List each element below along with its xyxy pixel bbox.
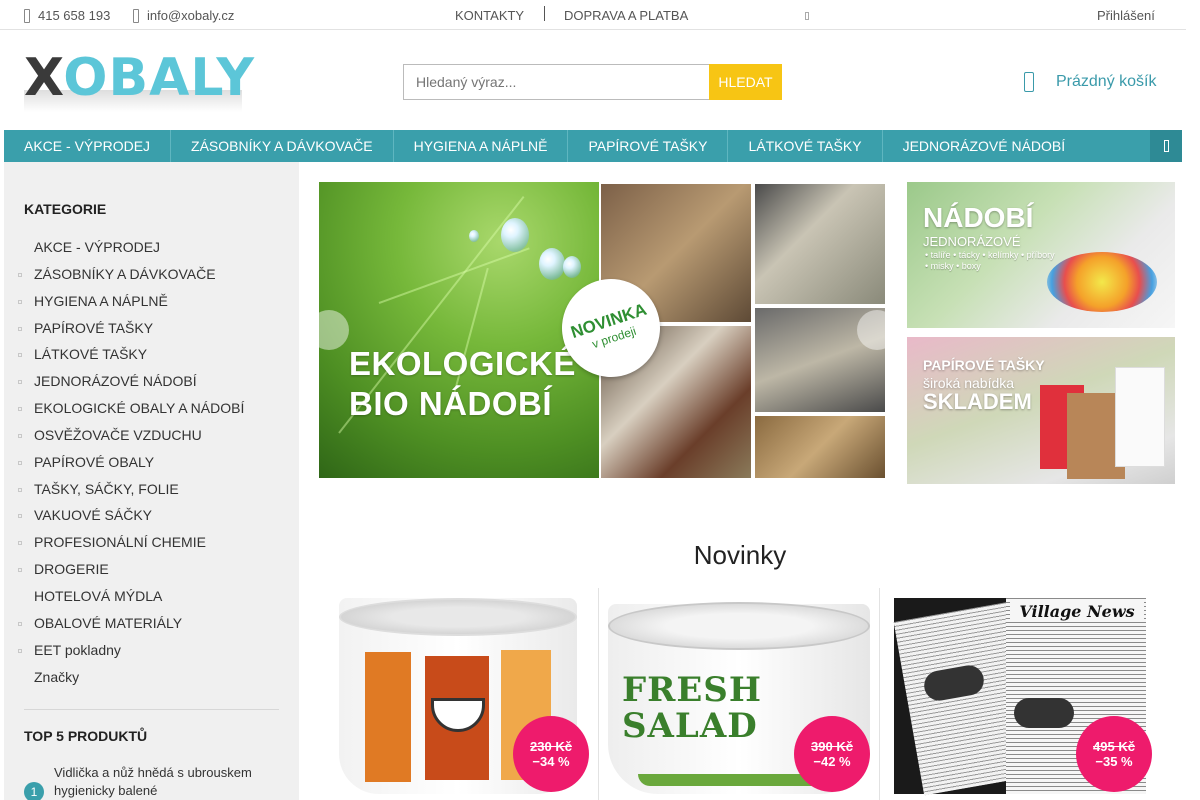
language-icon[interactable]	[805, 12, 809, 20]
main-nav: AKCE - VÝPRODEJ ZÁSOBNÍKY A DÁVKOVAČE HY…	[4, 130, 1182, 162]
main-banner[interactable]: EKOLOGICKÉ BIO NÁDOBÍ NOVINKA v prodeji	[319, 182, 885, 478]
sale-badge: 495 Kč −35 %	[1076, 716, 1152, 792]
search-input[interactable]	[403, 64, 709, 100]
bullet-icon	[18, 407, 22, 412]
category-item[interactable]: PAPÍROVÉ OBALY	[16, 451, 244, 478]
promo-subtitle: JEDNORÁZOVÉ	[923, 234, 1021, 249]
nav-item-zasobniky[interactable]: ZÁSOBNÍKY A DÁVKOVAČE	[171, 130, 394, 162]
link-kontakty[interactable]: KONTAKTY	[455, 8, 524, 23]
nav-item-hygiena[interactable]: HYGIENA A NÁPLNĚ	[394, 130, 569, 162]
novinky-title: Novinky	[693, 540, 787, 570]
bullet-icon	[18, 568, 22, 573]
category-item[interactable]: DROGERIE	[16, 558, 244, 585]
top-bar: 415 658 193 info@xobaly.cz KONTAKTY DOPR…	[0, 0, 1186, 30]
link-doprava[interactable]: DOPRAVA A PLATBA	[564, 8, 688, 23]
leaf-photo: EKOLOGICKÉ BIO NÁDOBÍ	[319, 182, 599, 478]
sidebar-divider	[24, 709, 279, 710]
cart-label: Prázdný košík	[1056, 73, 1157, 90]
categories-title: KATEGORIE	[24, 201, 107, 217]
nav-item-latkove-tasky[interactable]: LÁTKOVÉ TAŠKY	[728, 130, 883, 162]
category-item[interactable]: ZÁSOBNÍKY A DÁVKOVAČE	[16, 263, 244, 290]
top5-product-name: Vidlička a nůž hnědá s ubrouskem hygieni…	[54, 765, 252, 798]
search-button[interactable]: HLEDAT	[709, 64, 782, 100]
product-card[interactable]: 230 Kč −34 %	[319, 588, 599, 800]
bullet-icon	[18, 272, 22, 277]
cart-link[interactable]: Prázdný košík	[1024, 72, 1156, 92]
email-address: info@xobaly.cz	[147, 8, 235, 23]
category-item[interactable]: PROFESIONÁLNÍ CHEMIE	[16, 531, 244, 558]
promo-banner-tasky[interactable]: PAPÍROVÉ TAŠKY široká nabídka SKLADEM	[907, 337, 1175, 484]
category-item[interactable]: Značky	[16, 666, 244, 693]
nav-item-jednorazove-nadobi[interactable]: JEDNORÁZOVÉ NÁDOBÍ	[883, 130, 1086, 162]
email-icon	[133, 8, 139, 23]
bullet-icon	[18, 460, 22, 465]
bag-white	[1115, 367, 1165, 467]
bullet-icon	[18, 648, 22, 653]
bullet-icon	[18, 353, 22, 358]
rank-badge: 1	[24, 782, 44, 800]
login-link[interactable]: Přihlášení	[1097, 8, 1155, 23]
sale-badge: 230 Kč −34 %	[513, 716, 589, 792]
tableware-photo	[1047, 252, 1157, 312]
phone-number: 415 658 193	[38, 8, 111, 23]
product-print-text: Village News	[1010, 602, 1144, 621]
search-form: HLEDAT	[403, 64, 782, 100]
category-item[interactable]: HYGIENA A NÁPLNĚ	[16, 290, 244, 317]
cart-icon	[1024, 72, 1034, 92]
top5-title: TOP 5 PRODUKTŮ	[24, 728, 148, 744]
sale-badge: 390 Kč −42 %	[794, 716, 870, 792]
bullet-icon	[18, 326, 22, 331]
promo-details: • talíře • tácky • kelímky • příbory • m…	[925, 250, 1055, 271]
category-item[interactable]: TAŠKY, SÁČKY, FOLIE	[16, 478, 244, 505]
bullet-icon	[18, 621, 22, 626]
sidebar: KATEGORIE AKCE - VÝPRODEJ ZÁSOBNÍKY A DÁ…	[4, 162, 299, 800]
bullet-icon	[18, 541, 22, 546]
category-item[interactable]: PAPÍROVÉ TAŠKY	[16, 317, 244, 344]
nav-item-akce[interactable]: AKCE - VÝPRODEJ	[4, 130, 172, 162]
category-item[interactable]: VAKUOVÉ SÁČKY	[16, 504, 244, 531]
site-logo[interactable]: XOBALY	[24, 50, 254, 112]
bullet-icon	[18, 514, 22, 519]
bullet-icon	[18, 433, 22, 438]
category-item[interactable]: OSVĚŽOVAČE VZDUCHU	[16, 424, 244, 451]
category-item[interactable]: AKCE - VÝPRODEJ	[16, 236, 244, 263]
phone-contact[interactable]: 415 658 193	[24, 8, 110, 23]
page: 415 658 193 info@xobaly.cz KONTAKTY DOPR…	[0, 0, 1200, 800]
category-item[interactable]: EET pokladny	[16, 639, 244, 666]
bullet-icon	[18, 487, 22, 492]
product-card[interactable]: Village News 495 Kč −35 %	[880, 588, 1160, 800]
nav-item-papirove-tasky[interactable]: PAPÍROVÉ TAŠKY	[568, 130, 729, 162]
category-item[interactable]: OBALOVÉ MATERIÁLY	[16, 612, 244, 639]
banner-headline: EKOLOGICKÉ BIO NÁDOBÍ	[349, 345, 576, 422]
product-divider	[598, 588, 599, 800]
category-item[interactable]: EKOLOGICKÉ OBALY A NÁDOBÍ	[16, 397, 244, 424]
category-item[interactable]: JEDNORÁZOVÉ NÁDOBÍ	[16, 370, 244, 397]
promo-banner-nadobi[interactable]: NÁDOBÍ JEDNORÁZOVÉ • talíře • tácky • ke…	[907, 182, 1175, 328]
menu-icon	[1163, 140, 1169, 152]
bullet-icon	[18, 299, 22, 304]
product-card[interactable]: FRESH SALAD 390 Kč −42 %	[600, 588, 880, 800]
food-photo	[755, 416, 885, 478]
category-item[interactable]: LÁTKOVÉ TAŠKY	[16, 343, 244, 370]
nav-more-button[interactable]	[1150, 130, 1182, 162]
phone-icon	[24, 8, 30, 23]
food-photo	[755, 184, 885, 304]
promo-title: NÁDOBÍ	[923, 202, 1034, 233]
promo-highlight: SKLADEM	[923, 389, 1032, 414]
promo-title: PAPÍROVÉ TAŠKY	[923, 357, 1045, 373]
bullet-icon	[18, 380, 22, 385]
category-item[interactable]: HOTELOVÁ MÝDLA	[16, 585, 244, 612]
topbar-separator	[544, 6, 545, 21]
email-contact[interactable]: info@xobaly.cz	[133, 8, 234, 23]
logo-text: XOBALY	[24, 48, 256, 108]
category-list: AKCE - VÝPRODEJ ZÁSOBNÍKY A DÁVKOVAČE HY…	[16, 236, 244, 692]
